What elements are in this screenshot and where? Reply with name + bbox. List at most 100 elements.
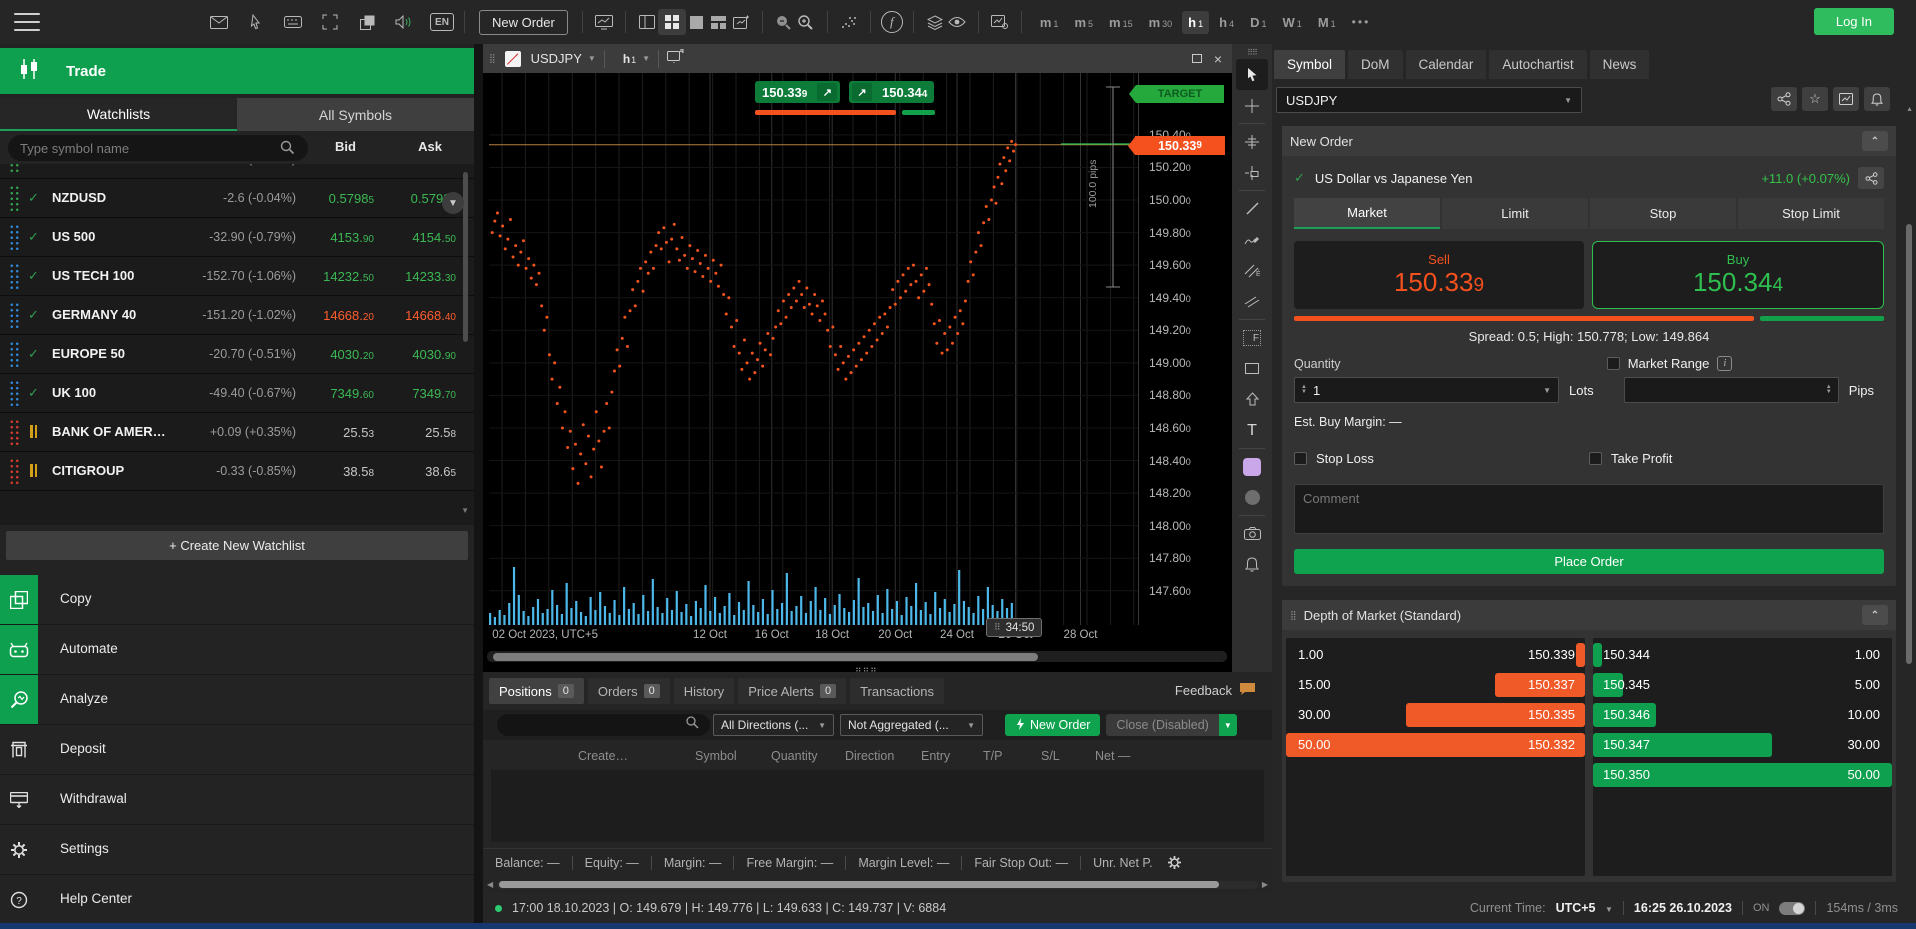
market-range-pips-input[interactable]: ▲▼ [1624,377,1839,403]
order-type-market[interactable]: Market [1294,198,1440,229]
bid-value[interactable]: 25.53 [343,425,374,440]
chevron-down-icon[interactable]: ▼ [588,54,596,63]
tab-orders[interactable]: Orders0 [588,678,670,704]
stepper-arrows-icon[interactable]: ▲▼ [1301,385,1307,395]
sidebar-item-deposit[interactable]: Deposit [0,725,474,775]
dom-ask-row[interactable]: 150.3455.00 [1593,670,1892,700]
brush-size-icon[interactable] [1236,482,1268,513]
parallel-lines-tool-icon[interactable] [1236,286,1268,317]
drag-handle-icon[interactable] [9,263,20,290]
timeframe-m30[interactable]: m30 [1143,11,1179,34]
dom-panel-header[interactable]: ⣿ Depth of Market (Standard) ⌃ [1282,600,1896,630]
on-toggle[interactable] [1779,902,1805,915]
timeframe-m1[interactable]: m1 [1034,11,1065,34]
watchlist-row-uk100[interactable]: ✓ UK 100 -49.40 (-0.67%) 7349.60 7349.70 [0,374,474,413]
equidistant-channel-tool-icon[interactable]: É [1236,255,1268,286]
take-profit-checkbox[interactable] [1589,452,1602,465]
dom-ask-row[interactable]: 150.34730.00 [1593,730,1892,760]
bid-value[interactable]: 4030.20 [330,347,374,362]
drag-handle-icon[interactable]: ⣿ [489,53,495,64]
chart-layout-icon[interactable] [636,11,658,33]
sidebar-item-settings[interactable]: Settings [0,825,474,875]
timeframe-d1[interactable]: D1 [1244,11,1272,34]
dom-bid-row[interactable]: 1.00150.339 [1286,640,1585,670]
bid-value[interactable]: 14668.20 [323,308,374,323]
timeframe-w1[interactable]: W1 [1277,11,1308,34]
single-chart-icon[interactable] [686,11,708,33]
pop-out-chart-icon[interactable] [667,49,684,68]
place-order-button[interactable]: Place Order [1294,549,1884,574]
tab-transactions[interactable]: Transactions [850,678,944,704]
direction-filter-dropdown[interactable]: All Directions (...▼ [713,714,834,736]
rectangle-tool-icon[interactable] [1236,353,1268,384]
tab-symbol[interactable]: Symbol [1274,50,1345,79]
drag-handle-icon[interactable] [9,164,20,173]
sell-button[interactable]: Sell 150.339 [1294,241,1584,309]
ask-value[interactable]: 4154.50 [412,230,456,245]
drag-handle-icon[interactable] [9,224,20,251]
scroll-left-icon[interactable]: ◀ [487,880,497,889]
tab-all-symbols[interactable]: All Symbols [237,98,474,131]
split-chart-icon[interactable] [708,11,730,33]
buy-quick-button[interactable]: ↗ 150.344 [849,81,934,103]
zoom-out-icon[interactable] [773,11,795,33]
tab-calendar[interactable]: Calendar [1406,50,1487,79]
grid-multichart-icon[interactable] [658,9,686,35]
sound-icon[interactable] [393,11,415,33]
sidebar-item-trade[interactable]: Trade [0,48,474,94]
login-button[interactable]: Log In [1814,8,1894,35]
order-type-stop[interactable]: Stop [1590,198,1736,229]
sidebar-item-analyze[interactable]: Analyze [0,675,474,725]
bid-value[interactable]: 0.57985 [329,191,374,206]
price-chart[interactable]: 100.0 pips [489,73,1139,625]
chart-symbol-label[interactable]: USDJPY [531,51,582,66]
share-icon[interactable] [1771,87,1797,111]
vertical-line-tool-icon[interactable] [1236,157,1268,188]
sell-quick-button[interactable]: 150.339 ↗ [755,81,840,103]
tab-news[interactable]: News [1590,50,1650,79]
fullscreen-icon[interactable] [319,11,341,33]
keyboard-icon[interactable] [282,11,304,33]
new-order-panel-header[interactable]: New Order ⌃ [1282,126,1896,156]
panel-splitter-handle[interactable]: ⠶⠶⠶ [855,664,878,675]
timeframe-m5[interactable]: m5 [1068,11,1099,34]
close-icon[interactable]: × [1214,51,1222,67]
right-panel-scrollbar[interactable] [1906,120,1912,890]
horizontal-line-tool-icon[interactable] [1236,126,1268,157]
dot-chart-type-icon[interactable] [838,11,860,33]
tab-dom[interactable]: DoM [1348,50,1403,79]
stepper-arrows-icon[interactable]: ▲▼ [1826,385,1832,395]
new-order-button[interactable]: New Order [479,10,568,35]
ask-value[interactable]: 94.768 [418,164,456,167]
menu-hamburger-icon[interactable] [14,13,40,31]
trendline-tool-icon[interactable] [1236,193,1268,224]
ask-value[interactable]: 38.65 [425,464,456,479]
more-timeframes-button[interactable]: ••• [1352,15,1371,29]
language-icon[interactable]: EN [430,13,454,31]
bid-value[interactable]: 38.58 [343,464,374,479]
symbol-select-dropdown[interactable]: USDJPY▼ [1276,87,1582,113]
eye-icon[interactable] [946,11,968,33]
price-axis[interactable]: 150.400150.200150.000149.800149.600149.4… [1139,73,1232,625]
camera-snapshot-icon[interactable] [1236,518,1268,549]
drag-handle-icon[interactable] [9,185,20,212]
crosshair-tool-icon[interactable] [1236,90,1268,121]
drag-handle-icon[interactable] [9,380,20,407]
cursor-tool-icon[interactable] [1236,59,1268,90]
color-swatch-icon[interactable] [1236,451,1268,482]
tab-history[interactable]: History [674,678,734,704]
copy-layout-icon[interactable] [356,11,378,33]
chart-scrollbar[interactable] [487,651,1227,662]
scroll-right-icon[interactable]: ▶ [1258,880,1268,889]
dom-bid-row[interactable]: 30.00150.335 [1286,700,1585,730]
share-icon[interactable] [1858,167,1884,189]
tab-positions[interactable]: Positions0 [489,678,584,704]
maximize-icon[interactable] [1192,54,1202,63]
drag-handle-icon[interactable]: ⣿ [1290,610,1296,621]
positions-hscrollbar[interactable]: ◀ ▶ [487,880,1268,889]
new-order-button[interactable]: New Order [1005,714,1100,736]
scroll-down-icon[interactable]: ▼ [461,506,469,515]
dom-ask-row[interactable]: 150.35050.00 [1593,760,1892,790]
watchlist-row-ustech100[interactable]: ✓ US TECH 100 -152.70 (-1.06%) 14232.50 … [0,257,474,296]
chart-scrollbar-thumb[interactable] [493,653,1038,661]
